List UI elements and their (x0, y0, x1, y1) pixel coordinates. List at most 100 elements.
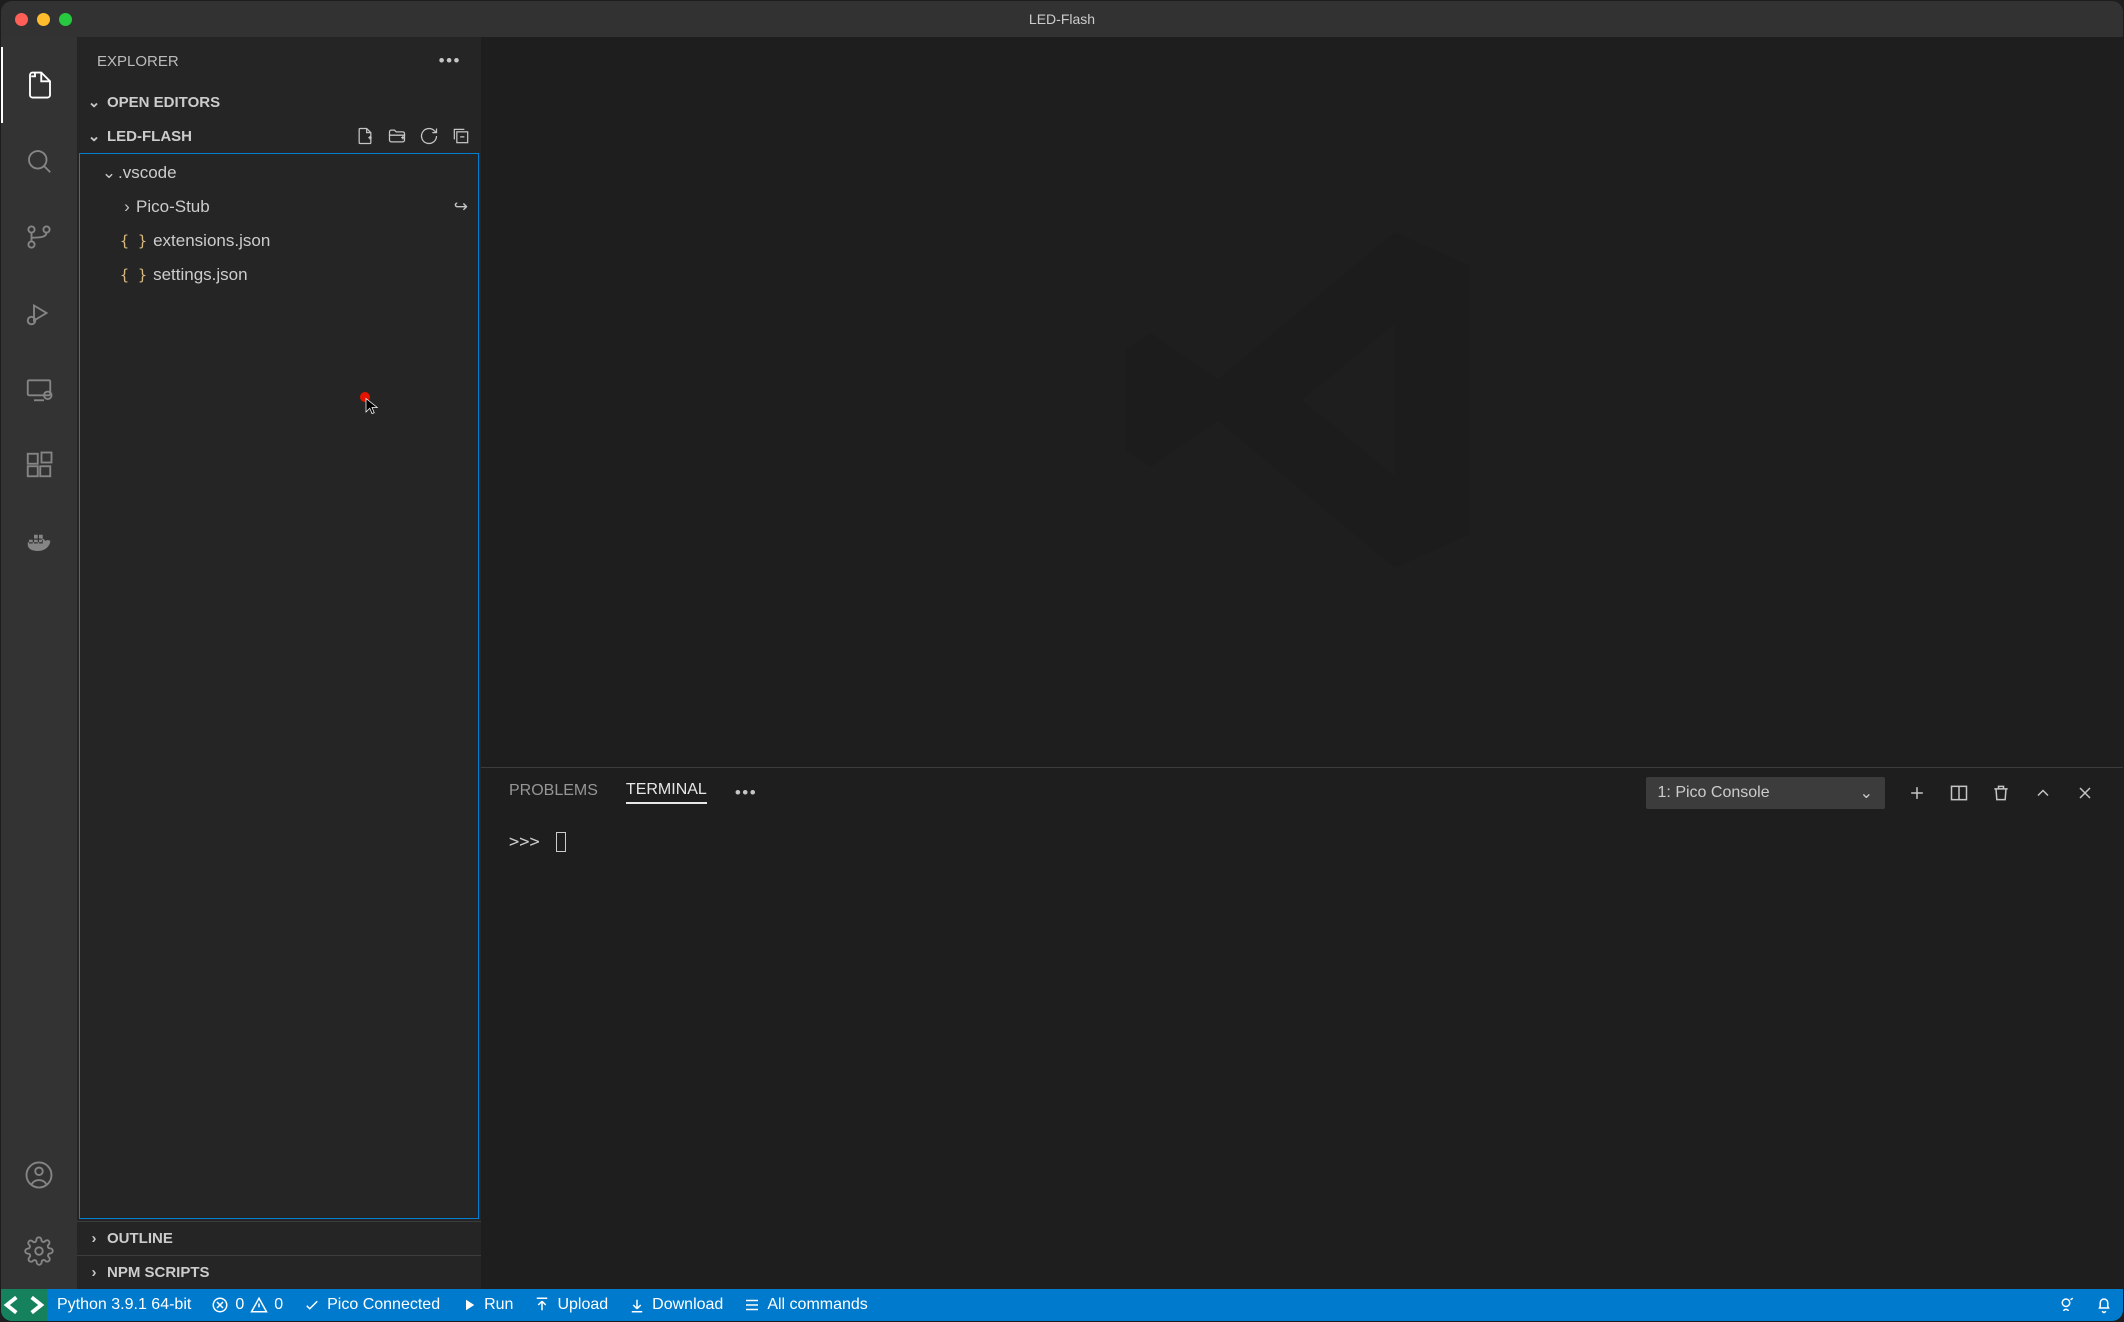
tab-problems[interactable]: PROBLEMS (509, 782, 598, 803)
branch-icon (24, 222, 54, 252)
search-icon (24, 146, 54, 176)
folder-vscode[interactable]: ⌄ .vscode (80, 156, 478, 190)
remote-explorer-activity[interactable] (1, 351, 77, 427)
docker-activity[interactable] (1, 503, 77, 579)
pico-label: Pico Connected (327, 1296, 440, 1314)
collapse-all-icon[interactable] (451, 126, 471, 146)
explorer-activity[interactable] (1, 47, 77, 123)
close-window-button[interactable] (15, 13, 28, 26)
remote-icon (1, 1282, 47, 1322)
vscode-logo-icon (1092, 190, 1512, 613)
source-control-activity[interactable] (1, 199, 77, 275)
terminal-select-label: 1: Pico Console (1658, 784, 1770, 802)
npm-scripts-section[interactable]: › NPM SCRIPTS (77, 1255, 481, 1289)
refresh-icon[interactable] (419, 126, 439, 146)
editor-area: PROBLEMS TERMINAL ••• 1: Pico Console ⌄ (481, 37, 2123, 1289)
minimize-window-button[interactable] (37, 13, 50, 26)
workspace-actions (355, 126, 471, 146)
accounts-activity[interactable] (1, 1137, 77, 1213)
workspace-section[interactable]: ⌄ LED-FLASH (77, 119, 481, 153)
traffic-lights (1, 13, 72, 26)
chevron-down-icon: ⌄ (100, 163, 118, 183)
error-icon (211, 1296, 229, 1314)
trash-icon[interactable] (1991, 783, 2011, 803)
warning-icon (250, 1296, 268, 1314)
extensions-icon (24, 450, 54, 480)
chevron-right-icon: › (85, 1264, 103, 1281)
folder-label: .vscode (118, 163, 177, 183)
chevron-up-icon[interactable] (2033, 783, 2053, 803)
split-terminal-icon[interactable] (1949, 783, 1969, 803)
open-editors-label: OPEN EDITORS (107, 94, 220, 111)
terminal-select[interactable]: 1: Pico Console ⌄ (1646, 777, 1885, 809)
all-commands-button[interactable]: All commands (733, 1289, 877, 1321)
folder-label: Pico-Stub (136, 197, 210, 217)
sidebar-more-button[interactable]: ••• (439, 51, 461, 71)
terminal-body[interactable]: >>> (481, 818, 2123, 1289)
pico-status[interactable]: Pico Connected (293, 1289, 450, 1321)
remote-icon (24, 374, 54, 404)
debug-icon (24, 298, 54, 328)
all-commands-label: All commands (767, 1296, 867, 1314)
titlebar: LED-Flash (1, 1, 2123, 37)
remote-indicator[interactable] (1, 1289, 47, 1321)
chevron-down-icon: ⌄ (1860, 783, 1873, 803)
sidebar-title: EXPLORER (97, 53, 179, 70)
window: LED-Flash (0, 0, 2124, 1322)
run-label: Run (484, 1296, 513, 1314)
chevron-down-icon: ⌄ (85, 93, 103, 111)
folder-pico-stub[interactable]: › Pico-Stub ↪ (80, 190, 478, 224)
gear-icon (24, 1236, 54, 1266)
extensions-activity[interactable] (1, 427, 77, 503)
list-icon (743, 1296, 761, 1314)
outline-section[interactable]: › OUTLINE (77, 1221, 481, 1255)
file-extensions-json[interactable]: { } extensions.json (80, 224, 478, 258)
download-label: Download (652, 1296, 723, 1314)
python-label: Python 3.9.1 64-bit (57, 1296, 191, 1314)
feedback-icon (2057, 1296, 2075, 1314)
body: EXPLORER ••• ⌄ OPEN EDITORS ⌄ LED-FLASH (1, 37, 2123, 1289)
statusbar: Python 3.9.1 64-bit 0 0 Pico Connected R… (1, 1289, 2123, 1321)
docker-icon (24, 526, 54, 556)
upload-icon (533, 1296, 551, 1314)
run-debug-activity[interactable] (1, 275, 77, 351)
new-folder-icon[interactable] (387, 126, 407, 146)
panel-actions: 1: Pico Console ⌄ (1646, 777, 2095, 809)
close-panel-icon[interactable] (2075, 783, 2095, 803)
terminal-prompt: >>> (509, 832, 540, 852)
run-button[interactable]: Run (450, 1289, 523, 1321)
new-terminal-icon[interactable] (1907, 783, 1927, 803)
error-count: 0 (235, 1296, 244, 1314)
panel-more-button[interactable]: ••• (735, 783, 757, 803)
panel-tabs: PROBLEMS TERMINAL ••• 1: Pico Console ⌄ (481, 768, 2123, 818)
open-editors-section[interactable]: ⌄ OPEN EDITORS (77, 85, 481, 119)
feedback-button[interactable] (2047, 1289, 2085, 1321)
play-icon (460, 1296, 478, 1314)
file-label: extensions.json (153, 231, 270, 251)
json-icon: { } (120, 266, 153, 284)
python-interpreter[interactable]: Python 3.9.1 64-bit (47, 1289, 201, 1321)
file-label: settings.json (153, 265, 248, 285)
chevron-right-icon: › (118, 197, 136, 217)
tab-terminal[interactable]: TERMINAL (626, 781, 707, 804)
chevron-down-icon: ⌄ (85, 127, 103, 145)
symlink-icon: ↪ (454, 197, 468, 217)
files-icon (25, 70, 55, 100)
download-button[interactable]: Download (618, 1289, 733, 1321)
settings-activity[interactable] (1, 1213, 77, 1289)
explorer-sidebar: EXPLORER ••• ⌄ OPEN EDITORS ⌄ LED-FLASH (77, 37, 481, 1289)
warning-count: 0 (274, 1296, 283, 1314)
upload-button[interactable]: Upload (523, 1289, 618, 1321)
maximize-window-button[interactable] (59, 13, 72, 26)
file-settings-json[interactable]: { } settings.json (80, 258, 478, 292)
window-title: LED-Flash (1, 11, 2123, 27)
new-file-icon[interactable] (355, 126, 375, 146)
account-icon (24, 1160, 54, 1190)
search-activity[interactable] (1, 123, 77, 199)
notifications-button[interactable] (2085, 1289, 2123, 1321)
file-tree[interactable]: ⌄ .vscode › Pico-Stub ↪ { } extensions.j… (79, 153, 479, 1219)
json-icon: { } (120, 232, 153, 250)
terminal-cursor (556, 832, 566, 852)
problems-status[interactable]: 0 0 (201, 1289, 293, 1321)
check-icon (303, 1296, 321, 1314)
